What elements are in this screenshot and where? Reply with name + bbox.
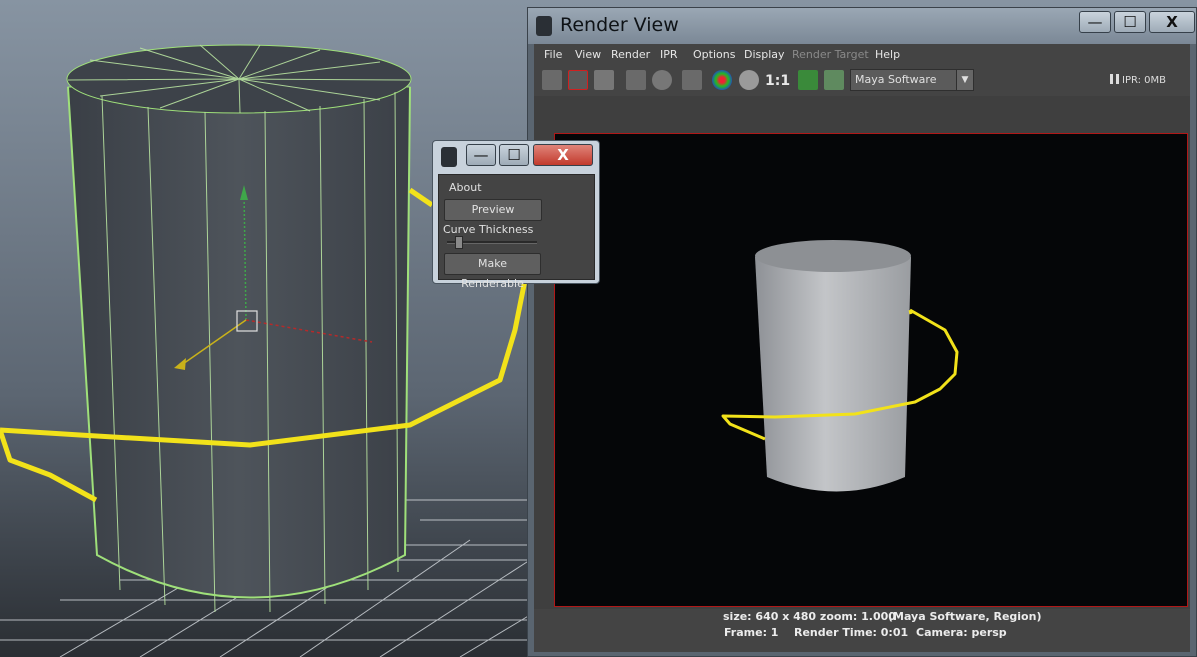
status-render-time: Render Time: 0:01 [794,626,909,639]
pause-icon[interactable] [1110,74,1119,84]
close-button[interactable]: X [1149,11,1195,33]
curve-thickness-label: Curve Thickness [443,223,534,236]
ipr-memory-label: IPR: 0MB [1122,75,1167,86]
alpha-channel-icon[interactable] [739,70,759,90]
menu-ipr[interactable]: IPR [660,48,678,61]
render-toolbar: 1:1 Maya Software ▼ IPR: 0MB [534,66,1190,97]
minimize-button[interactable]: — [1079,11,1111,33]
curve-thickness-slider-handle[interactable] [455,236,464,249]
preview-button[interactable]: Preview [444,199,542,221]
chevron-down-icon: ▼ [956,70,973,90]
cylinder-mesh[interactable] [66,44,412,613]
render-settings-icon[interactable] [682,70,702,90]
menu-file[interactable]: File [544,48,562,61]
ipr-render-icon[interactable] [626,70,646,90]
render-region-frame [554,133,1188,607]
menu-bar: File View Render IPR Options Display Ren… [534,44,1190,66]
menu-help[interactable]: Help [875,48,900,61]
renderer-dropdown[interactable]: Maya Software ▼ [850,69,974,91]
status-panel: size: 640 x 480 zoom: 1.000 (Maya Softwa… [534,609,1190,652]
rendered-cylinder [755,257,911,492]
render-region-icon[interactable] [568,70,588,90]
status-camera: Camera: persp [916,626,1007,639]
remove-image-icon[interactable] [824,70,844,90]
maximize-button[interactable]: ☐ [1114,11,1146,33]
menu-view[interactable]: View [575,48,601,61]
redo-render-icon[interactable] [542,70,562,90]
maya-app-icon [441,147,457,167]
render-canvas[interactable] [534,96,1190,614]
status-renderer-region: (Maya Software, Region) [888,610,1042,623]
curve-tool-dialog: — ☐ X About Preview Curve Thickness Make… [432,140,600,290]
renderer-value: Maya Software [855,73,937,86]
render-view-window: Render View — ☐ X File View Render IPR O… [527,7,1197,657]
snapshot-camera-icon[interactable] [594,70,614,90]
dialog-close-button[interactable]: X [533,144,593,166]
menu-display[interactable]: Display [744,48,785,61]
dialog-minimize-button[interactable]: — [466,144,496,166]
dialog-body: About Preview Curve Thickness Make Rende… [438,174,595,290]
rendered-cylinder-top [755,240,911,272]
status-frame: Frame: 1 [724,626,779,639]
dialog-maximize-button[interactable]: ☐ [499,144,529,166]
rendered-image [721,240,959,492]
render-view-titlebar[interactable]: Render View — ☐ X [528,8,1196,44]
keep-image-icon[interactable] [798,70,818,90]
rgb-channels-icon[interactable] [712,70,732,90]
real-size-button[interactable]: 1:1 [765,73,790,89]
window-title: Render View [560,14,679,36]
menu-options[interactable]: Options [693,48,735,61]
about-menu[interactable]: About [449,181,482,194]
make-renderable-button[interactable]: Make Renderable [444,253,541,290]
maya-app-icon [536,16,552,36]
refresh-ipr-icon[interactable] [652,70,672,90]
status-size: size: 640 x 480 zoom: 1.000 [723,610,896,623]
menu-render-target[interactable]: Render Target [792,48,869,61]
menu-render[interactable]: Render [611,48,650,61]
render-view-panel: File View Render IPR Options Display Ren… [534,44,1190,652]
